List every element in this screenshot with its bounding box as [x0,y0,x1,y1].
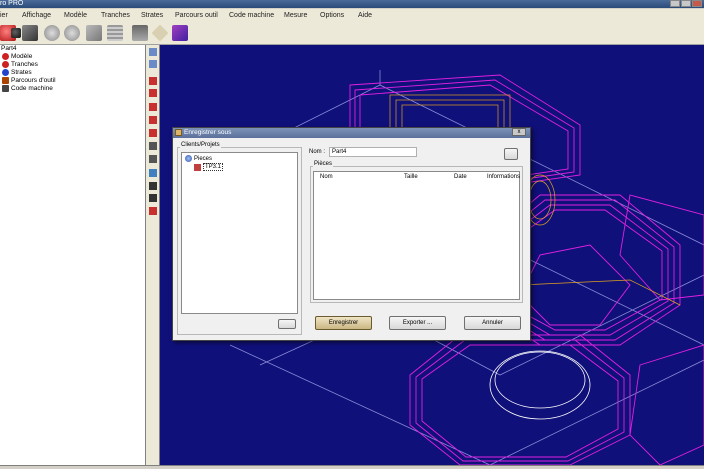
strata-icon [2,69,9,76]
tree-item-parcours[interactable]: Parcours d'outil [2,77,56,84]
toolpath-white [489,350,591,420]
dialog-close-button[interactable]: x [512,128,526,136]
menu-aide[interactable]: Aide [358,12,372,19]
menu-bar: ier Affichage Modèle Tranches Strates Pa… [0,9,704,22]
model-icon [2,53,9,60]
dialog-title: Enregistrer sous [184,129,232,136]
sphere-black-icon[interactable] [11,28,21,38]
view-side-icon[interactable] [149,103,157,111]
main-toolbar [0,22,704,45]
status-bar [0,465,704,469]
view-top-icon[interactable] [149,116,157,124]
column-nom[interactable]: Nom [320,174,333,180]
minimize-button[interactable] [670,0,680,7]
globe-icon [185,155,192,162]
tree-item-tranches[interactable]: Tranches [2,61,38,68]
menu-affichage[interactable]: Affichage [22,12,51,19]
window-controls [670,0,702,7]
folder-icon [175,129,182,136]
menu-options[interactable]: Options [320,12,344,19]
axis-icon[interactable] [149,169,157,177]
slices-icon [2,61,9,68]
tree-item-label: Strates [11,69,32,76]
layers-icon[interactable] [44,25,60,41]
view-bottom-icon[interactable] [149,142,157,150]
column-date[interactable]: Date [454,174,467,180]
tree-item-label: Code machine [11,85,53,92]
pieces-group: Pièces Nom Taille Date Informations [310,161,523,303]
add-project-button[interactable] [278,319,296,329]
view-iso-icon[interactable] [149,129,157,137]
tree-item-code-machine[interactable]: Code machine [2,85,53,92]
tree-node-label: Pieces [194,155,213,162]
menu-strates[interactable]: Strates [141,12,163,19]
tree-item-strates[interactable]: Strates [2,69,32,76]
diamond-icon[interactable] [151,24,169,42]
view-front-icon[interactable] [149,89,157,97]
pieces-list[interactable]: Nom Taille Date Informations [313,171,520,300]
save-as-dialog: Enregistrer sous x Clients/Projets Piece… [172,127,531,341]
view-toolbar [146,45,160,465]
project-icon [194,163,201,171]
export-button[interactable]: Exporter ... [389,316,446,330]
code-icon [2,85,9,92]
menu-mesure[interactable]: Mesure [284,12,307,19]
origin-icon[interactable] [149,207,157,215]
project-tree: Part4 Modèle Tranches Strates Parcours d… [0,45,146,465]
new-folder-button[interactable] [504,148,518,160]
column-taille[interactable]: Taille [404,174,418,180]
zoom-icon[interactable] [149,48,157,56]
machine-icon[interactable] [22,25,38,41]
tree-item-label: Parcours d'outil [11,77,56,84]
tree-node-label: TP3.1 [203,163,224,171]
close-window-button[interactable] [692,0,702,7]
menu-modele[interactable]: Modèle [64,12,87,19]
menu-tranches[interactable]: Tranches [101,12,130,19]
tree-root-label: Part4 [1,45,17,52]
menu-code-machine[interactable]: Code machine [229,12,274,19]
tree-item-label: Tranches [11,61,38,68]
clients-projects-group: Clients/Projets Pieces TP3.1 [177,142,302,335]
export-icon[interactable] [172,25,188,41]
dialog-titlebar: Enregistrer sous x [173,128,530,138]
toolpath-icon [2,77,9,84]
tree-node-tp31[interactable]: TP3.1 [194,163,224,171]
clients-projects-label: Clients/Projets [180,142,221,148]
save-button[interactable]: Enregistrer [315,316,372,330]
name-input[interactable]: Part4 [329,147,417,157]
name-label: Nom : [309,149,326,155]
tree-root-part[interactable]: Part4 [1,45,17,52]
slices-icon[interactable] [64,25,80,41]
window-title: ro PRO [0,0,24,7]
name-input-value: Part4 [332,149,347,155]
tree-node-pieces[interactable]: Pieces [185,155,212,162]
wedge-icon[interactable] [86,25,102,41]
view-back-icon[interactable] [149,155,157,163]
column-informations[interactable]: Informations [487,174,520,180]
measure-icon[interactable] [149,194,157,202]
window-titlebar: ro PRO [0,0,704,8]
list-icon[interactable] [107,25,123,41]
cancel-button[interactable]: Annuler [464,316,521,330]
menu-fichier[interactable]: ier [0,12,8,19]
maximize-button[interactable] [681,0,691,7]
tree-item-modele[interactable]: Modèle [2,53,32,60]
fit-icon[interactable] [149,60,157,68]
view-cube-icon[interactable] [149,77,157,85]
projects-tree[interactable]: Pieces TP3.1 [181,152,298,314]
menu-parcours-outil[interactable]: Parcours outil [175,12,218,19]
tree-item-label: Modèle [11,53,33,60]
angle-icon[interactable] [149,182,157,190]
pieces-label: Pièces [313,161,334,167]
printer-icon[interactable] [132,25,148,41]
